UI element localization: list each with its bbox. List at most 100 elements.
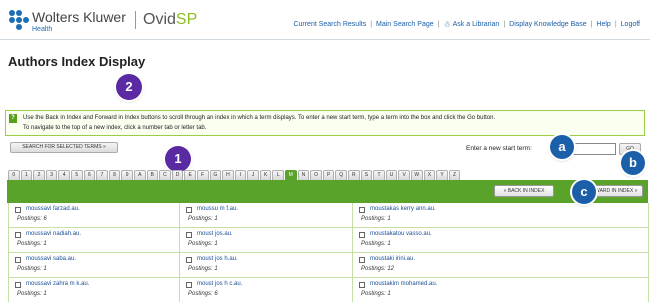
tab-u[interactable]: U [385, 170, 398, 180]
term-checkbox[interactable] [359, 257, 365, 263]
term-checkbox[interactable] [15, 232, 21, 238]
info-text-line-2: To navigate to the top of a new index, c… [23, 125, 207, 131]
link-ask-a-librarian[interactable]: Ask a Librarian [453, 21, 500, 28]
callout-c: c [572, 180, 596, 204]
tab-y[interactable]: Y [436, 170, 448, 180]
tab-d[interactable]: D [171, 170, 184, 180]
tab-f[interactable]: F [196, 170, 209, 180]
tab-z[interactable]: Z [448, 170, 461, 180]
term-checkbox[interactable] [15, 282, 21, 288]
tab-v[interactable]: V [398, 170, 410, 180]
brand-name: Wolters Kluwer [32, 9, 126, 25]
top-bar: Wolters Kluwer Health OvidSP Current Sea… [0, 0, 650, 40]
index-term-link[interactable]: moustaki irini.au. [370, 256, 415, 262]
list-item: moussavi nadiah.au. Postings: 1 [9, 228, 180, 253]
term-checkbox[interactable] [186, 257, 192, 263]
tab-i[interactable]: I [234, 170, 247, 180]
tab-5[interactable]: 5 [70, 170, 83, 180]
term-checkbox[interactable] [15, 207, 21, 213]
wolters-kluwer-logo-icon [9, 10, 29, 30]
link-logoff[interactable]: Logoff [621, 21, 640, 28]
index-term-link[interactable]: moustakas kerry ann.au. [370, 206, 436, 212]
tab-0[interactable]: 0 [8, 170, 20, 180]
callout-2: 2 [116, 74, 142, 100]
tab-9[interactable]: 9 [121, 170, 133, 180]
tab-g[interactable]: G [209, 170, 222, 180]
index-term-link[interactable]: moussavi saba.au. [26, 256, 76, 262]
postings-count: Postings: 1 [17, 241, 47, 247]
tab-2[interactable]: 2 [33, 170, 45, 180]
index-term-link[interactable]: moussavi nadiah.au. [26, 231, 81, 237]
tab-n[interactable]: N [297, 170, 310, 180]
index-term-link[interactable]: moust jos h.au. [197, 256, 238, 262]
index-term-link[interactable]: moussavi zahra m k.au. [26, 281, 89, 287]
page-title: Authors Index Display [8, 54, 146, 69]
tab-p[interactable]: P [322, 170, 335, 180]
tab-t[interactable]: T [373, 170, 385, 180]
start-term-label: Enter a new start term: [466, 145, 532, 152]
tab-r[interactable]: R [348, 170, 360, 180]
tab-7[interactable]: 7 [96, 170, 108, 180]
tab-q[interactable]: Q [335, 170, 348, 180]
table-row: moussavi nadiah.au. Postings: 1 moust jos… [9, 228, 649, 253]
tab-s[interactable]: S [360, 170, 373, 180]
link-display-knowledge-base[interactable]: Display Knowledge Base [509, 21, 586, 28]
tab-l[interactable]: L [272, 170, 285, 180]
tab-6[interactable]: 6 [83, 170, 96, 180]
tab-w[interactable]: W [411, 170, 423, 180]
tab-1[interactable]: 1 [20, 170, 33, 180]
tab-a[interactable]: A [133, 170, 146, 180]
table-row: moussavi farzad.au. Postings: 6 moussu m … [9, 203, 649, 228]
list-item: moussavi saba.au. Postings: 1 [9, 253, 180, 278]
term-checkbox[interactable] [15, 257, 21, 263]
tab-4[interactable]: 4 [58, 170, 70, 180]
tab-k[interactable]: K [259, 170, 272, 180]
tab-c[interactable]: C [159, 170, 171, 180]
tab-b[interactable]: B [146, 170, 159, 180]
info-text-line-1: Use the Back in Index and Forward in Ind… [23, 115, 496, 121]
tab-j[interactable]: J [247, 170, 259, 180]
term-checkbox[interactable] [359, 282, 365, 288]
index-term-link[interactable]: moust jos.au. [197, 231, 233, 237]
postings-count: Postings: 1 [361, 241, 391, 247]
list-item: moust jos.au. Postings: 1 [180, 228, 353, 253]
postings-count: Postings: 1 [361, 216, 391, 222]
link-separator: | [503, 21, 506, 28]
postings-count: Postings: 6 [188, 291, 218, 297]
tab-3[interactable]: 3 [45, 170, 58, 180]
ovidsp-logo[interactable]: OvidSP [143, 11, 197, 29]
index-term-link[interactable]: moustakim mohamed.au. [370, 281, 437, 287]
tab-h[interactable]: H [222, 170, 234, 180]
index-term-link[interactable]: moustakatou vasso.au. [370, 231, 432, 237]
table-row: moussavi zahra m k.au. Postings: 1 moust … [9, 278, 649, 302]
list-item: moust jos h c.au. Postings: 6 [180, 278, 353, 302]
tab-8[interactable]: 8 [108, 170, 121, 180]
tab-m[interactable]: M [285, 170, 297, 180]
term-checkbox[interactable] [186, 282, 192, 288]
tab-o[interactable]: O [310, 170, 322, 180]
wolters-kluwer-logo[interactable]: Wolters Kluwer Health [9, 10, 126, 34]
postings-count: Postings: 1 [188, 216, 218, 222]
term-checkbox[interactable] [359, 232, 365, 238]
list-item: moustakim mohamed.au. Postings: 1 [353, 278, 649, 302]
link-separator: | [614, 21, 617, 28]
term-checkbox[interactable] [186, 232, 192, 238]
index-term-link[interactable]: moust jos h c.au. [197, 281, 242, 287]
search-for-selected-terms-button[interactable]: SEARCH FOR SELECTED TERMS » [10, 142, 118, 153]
term-checkbox[interactable] [359, 207, 365, 213]
callout-a: a [550, 135, 574, 159]
callout-b: b [621, 151, 645, 175]
logo-divider [135, 11, 136, 29]
term-checkbox[interactable] [186, 207, 192, 213]
table-row: moussavi saba.au. Postings: 1 moust jos h… [9, 253, 649, 278]
sp-text: SP [175, 11, 198, 28]
link-current-search-results[interactable]: Current Search Results [293, 21, 366, 28]
index-term-link[interactable]: moussu m f.au. [197, 206, 238, 212]
tab-e[interactable]: E [184, 170, 196, 180]
back-in-index-button[interactable]: « BACK IN INDEX [494, 185, 554, 197]
link-separator: | [437, 21, 440, 28]
link-main-search-page[interactable]: Main Search Page [376, 21, 434, 28]
link-help[interactable]: Help [596, 21, 610, 28]
tab-x[interactable]: X [423, 170, 436, 180]
index-term-link[interactable]: moussavi farzad.au. [26, 206, 80, 212]
